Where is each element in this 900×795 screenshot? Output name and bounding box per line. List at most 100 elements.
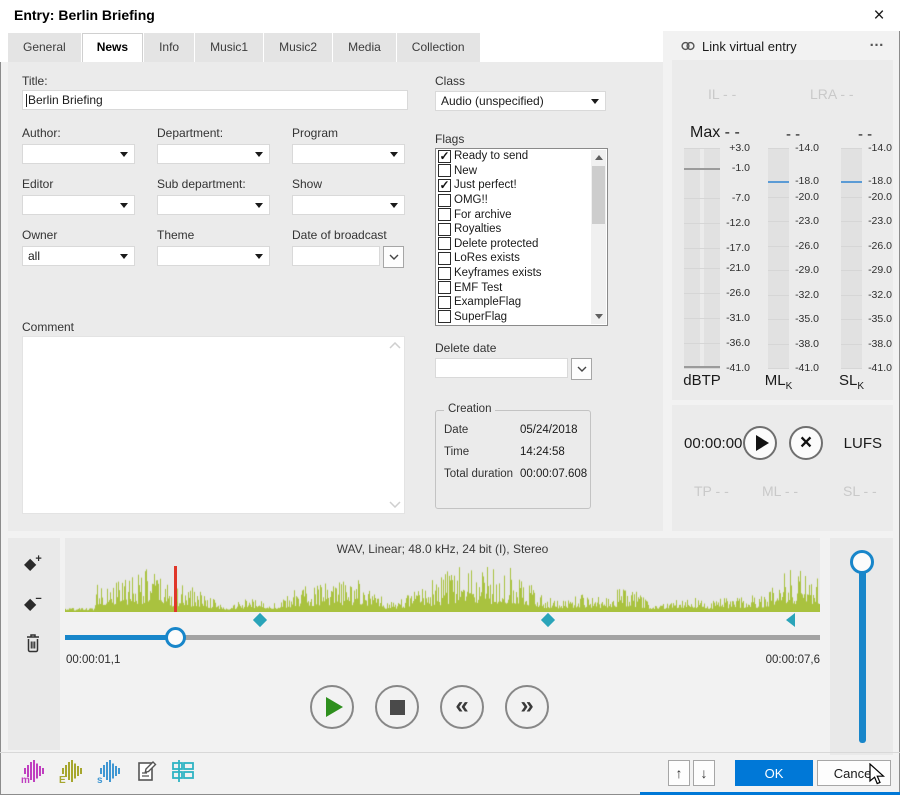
close-icon[interactable]: × (867, 4, 891, 28)
meter-bar (684, 148, 700, 368)
end-marker-icon[interactable] (786, 613, 795, 627)
tp-value: TP - - (694, 483, 729, 499)
rewind-button[interactable]: « (440, 685, 484, 729)
footer-icon-bar: mEs (20, 757, 196, 789)
scrollbar-down-icon[interactable] (595, 314, 603, 319)
delete-marker-button[interactable] (22, 630, 44, 659)
edit-text-button[interactable] (134, 758, 158, 789)
checkbox[interactable]: ✓ (438, 150, 451, 163)
chevron-down-icon (577, 366, 587, 372)
tab-info[interactable]: Info (144, 33, 194, 62)
segment-marker-icon[interactable] (541, 613, 555, 627)
scrollbar-up-icon[interactable] (595, 155, 603, 160)
field-label: Date of broadcast (292, 228, 405, 242)
flag-label: Delete protected (454, 238, 538, 250)
combo-theme[interactable] (157, 246, 270, 266)
checkbox[interactable] (438, 296, 451, 309)
ok-button[interactable]: OK (735, 760, 813, 786)
meter-name-dbtp: dBTP (683, 372, 721, 389)
flag-item-emf-test[interactable]: EMF Test (436, 280, 607, 295)
checkbox[interactable] (438, 223, 451, 236)
add-marker-button[interactable]: ◆+ (24, 553, 42, 574)
flag-item-new[interactable]: New (436, 164, 607, 179)
flag-item-superflag[interactable]: SuperFlag (436, 310, 607, 325)
flag-item-omg[interactable]: OMG!! (436, 193, 607, 208)
field-program: Program (292, 126, 405, 164)
link-virtual-entry-label[interactable]: Link virtual entry (702, 39, 797, 54)
checkbox[interactable] (438, 208, 451, 221)
meter-tick-label: -29.0 (795, 264, 819, 276)
seek-slider-thumb[interactable] (165, 627, 186, 648)
flag-item-for-archive[interactable]: For archive (436, 207, 607, 222)
remove-marker-button[interactable]: ◆− (24, 593, 42, 614)
checkbox[interactable] (438, 267, 451, 280)
seek-slider[interactable] (65, 635, 820, 640)
flags-list[interactable]: ✓Ready to sendNew✓Just perfect!OMG!!For … (435, 148, 608, 326)
date-input-date-of-broadcast[interactable] (292, 246, 380, 266)
multitrack-button[interactable] (170, 758, 196, 789)
waveform-e-button[interactable]: E (58, 758, 84, 789)
stop-button[interactable] (375, 685, 419, 729)
combo-owner[interactable]: all (22, 246, 135, 266)
move-up-button[interactable]: ↑ (668, 760, 690, 786)
flag-item-just-perfect[interactable]: ✓Just perfect! (436, 178, 607, 193)
flag-item-keyframes-exists[interactable]: Keyframes exists (436, 266, 607, 281)
tab-media[interactable]: Media (333, 33, 396, 62)
more-menu-icon[interactable]: … (869, 33, 885, 50)
sl-value: SL - - (843, 483, 877, 499)
flag-item-delete-protected[interactable]: Delete protected (436, 237, 607, 252)
delete-date-picker-button[interactable] (571, 358, 592, 380)
tab-music2[interactable]: Music2 (264, 33, 332, 62)
title-input[interactable]: Berlin Briefing (22, 90, 408, 110)
checkbox[interactable] (438, 237, 451, 250)
flag-item-lores-exists[interactable]: LoRes exists (436, 251, 607, 266)
ml-value: ML - - (762, 483, 798, 499)
creation-row-total-duration: Total duration00:00:07.608 (444, 468, 590, 480)
volume-slider-thumb[interactable] (850, 550, 874, 574)
combo-show[interactable] (292, 195, 405, 215)
playhead-cursor[interactable] (174, 566, 177, 612)
scroll-down-icon (389, 501, 401, 508)
measure-cancel-button[interactable]: × (789, 426, 823, 460)
audio-format-text: WAV, Linear; 48.0 kHz, 24 bit (I), Stere… (65, 542, 820, 556)
meter-bar (704, 148, 720, 368)
delete-date-input[interactable] (435, 358, 568, 378)
move-down-button[interactable]: ↓ (693, 760, 715, 786)
tab-general[interactable]: General (8, 33, 81, 62)
combo-author[interactable] (22, 144, 135, 164)
checkbox[interactable] (438, 310, 451, 323)
title-label: Title: (22, 74, 48, 88)
tab-news[interactable]: News (82, 33, 143, 62)
combo-program[interactable] (292, 144, 405, 164)
combo-editor[interactable] (22, 195, 135, 215)
waveform-m-button[interactable]: m (20, 758, 46, 789)
lufs-unit-label: LUFS (844, 435, 882, 452)
measure-play-button[interactable] (743, 426, 777, 460)
checkbox[interactable]: ✓ (438, 179, 451, 192)
date-picker-button[interactable] (383, 246, 404, 268)
flag-item-exampleflag[interactable]: ExampleFlag (436, 295, 607, 310)
flag-item-royalties[interactable]: Royalties (436, 222, 607, 237)
play-button[interactable] (310, 685, 354, 729)
waveform-panel[interactable]: WAV, Linear; 48.0 kHz, 24 bit (I), Stere… (65, 538, 820, 612)
flags-scrollbar[interactable] (591, 150, 606, 324)
combo-sub-department[interactable] (157, 195, 270, 215)
combo-department[interactable] (157, 144, 270, 164)
forward-button[interactable]: » (505, 685, 549, 729)
volume-slider[interactable] (859, 562, 866, 743)
waveform-s-button[interactable]: s (96, 758, 122, 789)
entry-dialog: Entry: Berlin Briefing × GeneralNewsInfo… (0, 0, 900, 795)
checkbox[interactable] (438, 252, 451, 265)
tab-collection[interactable]: Collection (397, 33, 480, 62)
flag-item-ready-to-send[interactable]: ✓Ready to send (436, 149, 607, 164)
checkbox[interactable] (438, 194, 451, 207)
checkbox[interactable] (438, 281, 451, 294)
dropdown-arrow-icon (591, 99, 599, 104)
total-time: 00:00:07,6 (720, 654, 820, 666)
tab-music1[interactable]: Music1 (195, 33, 263, 62)
checkbox[interactable] (438, 164, 451, 177)
segment-marker-icon[interactable] (253, 613, 267, 627)
class-combo[interactable]: Audio (unspecified) (435, 91, 606, 111)
comment-textarea[interactable] (22, 336, 405, 514)
scrollbar-thumb[interactable] (592, 166, 605, 224)
